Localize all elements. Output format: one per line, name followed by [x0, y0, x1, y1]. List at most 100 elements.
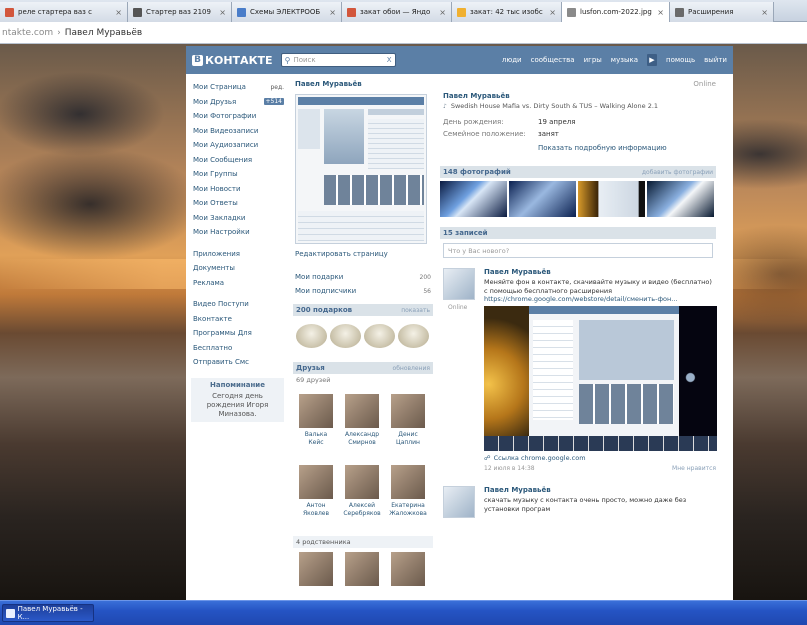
menu-item-friends[interactable]: Мои Друзья +514	[191, 95, 284, 110]
search-icon: ⚲	[284, 55, 291, 65]
friend-last-name: Смирнов	[348, 438, 376, 446]
browser-tab[interactable]: Стартер ваз 2109 ×	[128, 2, 232, 22]
browser-tab[interactable]: реле стартера ваз с ×	[0, 2, 128, 22]
edit-page-link[interactable]: Редактировать страницу	[293, 250, 433, 258]
menu-item-photos[interactable]: Мои Фотографии	[191, 109, 284, 124]
gifts-section-header[interactable]: 200 подарков показать	[293, 304, 433, 316]
gift-icon[interactable]	[364, 324, 395, 348]
vk-logo-text: КОНТАКТЕ	[205, 53, 273, 67]
post-link-attachment[interactable]: ☍ Ссылка chrome.google.com	[484, 451, 716, 462]
menu-item-extra[interactable]: Отправить Смс	[191, 355, 284, 370]
friend-card[interactable]: Валька Кейс	[293, 390, 339, 461]
link-count: 200	[419, 273, 431, 281]
relative-card[interactable]	[339, 548, 385, 600]
menu-item-messages[interactable]: Мои Сообщения	[191, 153, 284, 168]
close-tab-icon[interactable]: ×	[657, 8, 664, 17]
browser-tab[interactable]: закат обои — Яндо ×	[342, 2, 452, 22]
menu-item-extra[interactable]: Бесплатно	[191, 341, 284, 356]
info-value[interactable]: 19 апреля	[538, 118, 575, 126]
menu-item-my-page[interactable]: Мои Страница ред.	[191, 80, 284, 95]
menu-item-videos[interactable]: Мои Видеозаписи	[191, 124, 284, 139]
gift-icon[interactable]	[398, 324, 429, 348]
menu-item-bookmarks[interactable]: Мои Закладки	[191, 211, 284, 226]
nav-games[interactable]: игры	[584, 56, 602, 64]
nav-music[interactable]: музыка	[611, 56, 638, 64]
search-clear-icon[interactable]: X	[387, 56, 392, 64]
address-bar[interactable]: ntakte.com › Павел Муравьёв	[0, 22, 807, 44]
friend-card[interactable]: Екатерина Жаложкова	[385, 461, 431, 532]
vk-logo[interactable]: B КОНТАКТЕ	[192, 54, 273, 67]
wall-post-input[interactable]: Что у Вас нового?	[443, 243, 713, 258]
nav-help[interactable]: помощь	[666, 56, 695, 64]
post-date[interactable]: 12 июля в 14:38	[484, 465, 535, 472]
friend-card[interactable]: Антон Яковлев	[293, 461, 339, 532]
search-input[interactable]: ⚲ Поиск X	[280, 53, 396, 67]
address-separator: ›	[57, 27, 61, 38]
browser-tab[interactable]: Расширения ×	[670, 2, 774, 22]
tab-label: lusfon.com-2022.jpg	[580, 8, 652, 16]
friends-section-header[interactable]: Друзья обновления	[293, 362, 433, 374]
menu-item-documents[interactable]: Документы	[191, 261, 284, 276]
photo-thumb[interactable]	[509, 181, 576, 217]
edit-link[interactable]: ред.	[270, 84, 284, 91]
friends-updates-link[interactable]: обновления	[393, 365, 430, 372]
friend-card[interactable]: Александр Смирнов	[339, 390, 385, 461]
menu-item-extra[interactable]: Программы Для	[191, 326, 284, 341]
post-author[interactable]: Павел Муравьёв	[484, 268, 716, 278]
close-tab-icon[interactable]: ×	[219, 8, 226, 17]
browser-tab[interactable]: закат: 42 тыс изобс ×	[452, 2, 562, 22]
wall-section-header[interactable]: 15 записей	[440, 227, 716, 239]
close-tab-icon[interactable]: ×	[549, 8, 556, 17]
menu-item-answers[interactable]: Мои Ответы	[191, 196, 284, 211]
profile-status[interactable]: ♪ Swedish House Mafia vs. Dirty South & T…	[440, 102, 716, 116]
friends-title: Друзья	[296, 364, 325, 372]
relative-card[interactable]	[293, 548, 339, 600]
profile-photo[interactable]	[295, 94, 427, 244]
photo-thumb[interactable]	[647, 181, 714, 217]
info-row: День рождения: 19 апреля	[440, 116, 716, 128]
info-value[interactable]: занят	[538, 130, 559, 138]
menu-item-settings[interactable]: Мои Настройки	[191, 225, 284, 240]
menu-item-extra[interactable]: Вконтакте	[191, 312, 284, 327]
like-button[interactable]: Мне нравится	[672, 465, 716, 472]
close-tab-icon[interactable]: ×	[329, 8, 336, 17]
post-image[interactable]	[484, 306, 717, 451]
relative-card[interactable]	[385, 548, 431, 600]
play-icon[interactable]: ▶	[647, 54, 657, 66]
post-author[interactable]: Павел Муравьёв	[484, 486, 716, 496]
taskbar-window-button[interactable]: Павел Муравьёв - К...	[2, 604, 94, 622]
friend-card[interactable]: Алексей Серебряков	[339, 461, 385, 532]
nav-people[interactable]: люди	[502, 56, 522, 64]
my-subscribers-link[interactable]: Мои подписчики 56	[293, 284, 433, 298]
info-key: День рождения:	[443, 118, 504, 126]
browser-tab[interactable]: Схемы ЭЛЕКТРООБ ×	[232, 2, 342, 22]
gifts-show-link[interactable]: показать	[401, 307, 430, 314]
menu-item-ads[interactable]: Реклама	[191, 276, 284, 291]
close-tab-icon[interactable]: ×	[761, 8, 768, 17]
close-tab-icon[interactable]: ×	[439, 8, 446, 17]
show-more-info-link[interactable]: Показать подробную информацию	[440, 140, 716, 160]
post-author-avatar[interactable]	[443, 268, 475, 300]
reminder-text[interactable]: Сегодня день рождения Игоря Миназова.	[194, 392, 281, 419]
menu-item-news[interactable]: Мои Новости	[191, 182, 284, 197]
menu-item-extra[interactable]: Видео Поступи	[191, 297, 284, 312]
friend-card[interactable]: Денис Цаплин	[385, 390, 431, 461]
post-url[interactable]: https://chrome.google.com/webstore/detai…	[484, 295, 716, 303]
photos-section-header[interactable]: 148 фотографий добавить фотографии	[440, 166, 716, 178]
photo-thumb[interactable]	[440, 181, 507, 217]
photo-thumb[interactable]	[578, 181, 645, 217]
gift-icon[interactable]	[296, 324, 327, 348]
menu-item-apps[interactable]: Приложения	[191, 247, 284, 262]
close-tab-icon[interactable]: ×	[115, 8, 122, 17]
gift-icon[interactable]	[330, 324, 361, 348]
browser-tab[interactable]: lusfon.com-2022.jpg ×	[562, 2, 670, 22]
menu-item-audio[interactable]: Мои Аудиозаписи	[191, 138, 284, 153]
add-photos-link[interactable]: добавить фотографии	[642, 169, 713, 176]
relatives-link[interactable]: 4 родственника	[293, 536, 433, 548]
post-author-avatar[interactable]	[443, 486, 475, 518]
menu-item-groups[interactable]: Мои Группы	[191, 167, 284, 182]
my-gifts-link[interactable]: Мои подарки 200	[293, 270, 433, 284]
friends-count[interactable]: 69 друзей	[293, 374, 433, 390]
nav-logout[interactable]: выйти	[704, 56, 727, 64]
nav-communities[interactable]: сообщества	[531, 56, 575, 64]
